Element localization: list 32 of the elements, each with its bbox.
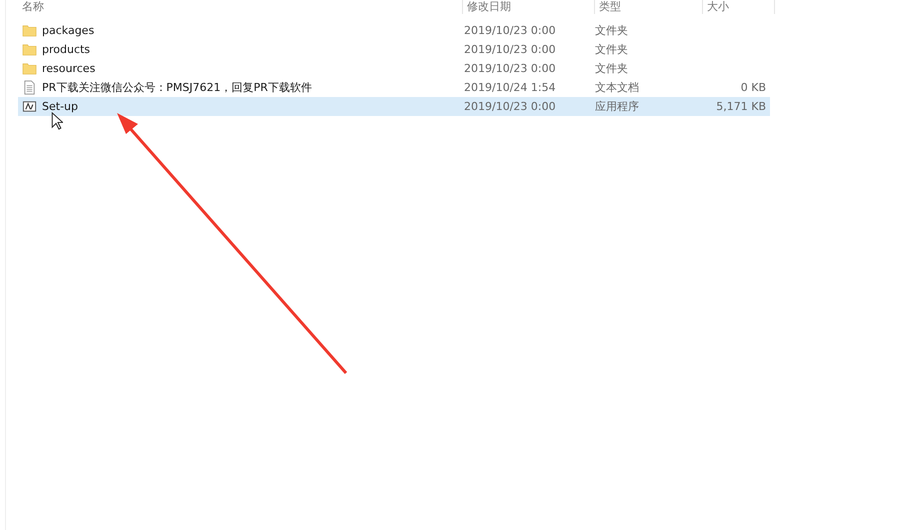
column-header[interactable]: 修改日期: [463, 0, 595, 14]
file-row[interactable]: products 2019/10/23 0:00 文件夹: [18, 40, 770, 59]
modified-date: 2019/10/23 0:00: [463, 62, 557, 75]
column-header[interactable]: 名称: [18, 0, 463, 14]
mouse-pointer-icon: [51, 112, 63, 131]
file-type: 文本文档: [594, 80, 640, 95]
file-row[interactable]: PR下载关注微信公众号：PMSJ7621，回复PR下载软件 2019/10/24 1:54 文本文档 0 KB: [18, 78, 770, 97]
file-row[interactable]: Set-up 2019/10/23 0:00 应用程序 5,171 KB: [18, 97, 770, 116]
modified-date: 2019/10/23 0:00: [463, 43, 557, 56]
file-type: 文件夹: [594, 42, 630, 57]
file-type: 文件夹: [594, 23, 630, 38]
file-row[interactable]: resources 2019/10/23 0:00 文件夹: [18, 59, 770, 78]
folder-icon: [22, 42, 37, 57]
file-name: PR下载关注微信公众号：PMSJ7621，回复PR下载软件: [42, 80, 312, 95]
folder-icon: [22, 61, 37, 76]
modified-date: 2019/10/23 0:00: [463, 100, 557, 113]
file-row[interactable]: packages 2019/10/23 0:00 文件夹: [18, 21, 770, 40]
file-size: 5,171 KB: [716, 100, 766, 113]
text-document-icon: [22, 80, 37, 95]
modified-date: 2019/10/24 1:54: [463, 81, 557, 94]
file-name: packages: [42, 24, 94, 37]
folder-icon: [22, 23, 37, 38]
column-header[interactable]: 大小: [703, 0, 775, 14]
application-icon: [22, 99, 37, 114]
file-type: 应用程序: [594, 99, 640, 114]
file-name: products: [42, 43, 90, 56]
file-name: resources: [42, 62, 96, 75]
modified-date: 2019/10/23 0:00: [463, 24, 557, 37]
file-size: 0 KB: [740, 81, 766, 94]
column-header[interactable]: 类型: [595, 0, 703, 14]
file-type: 文件夹: [594, 61, 630, 76]
file-name: Set-up: [42, 100, 78, 113]
